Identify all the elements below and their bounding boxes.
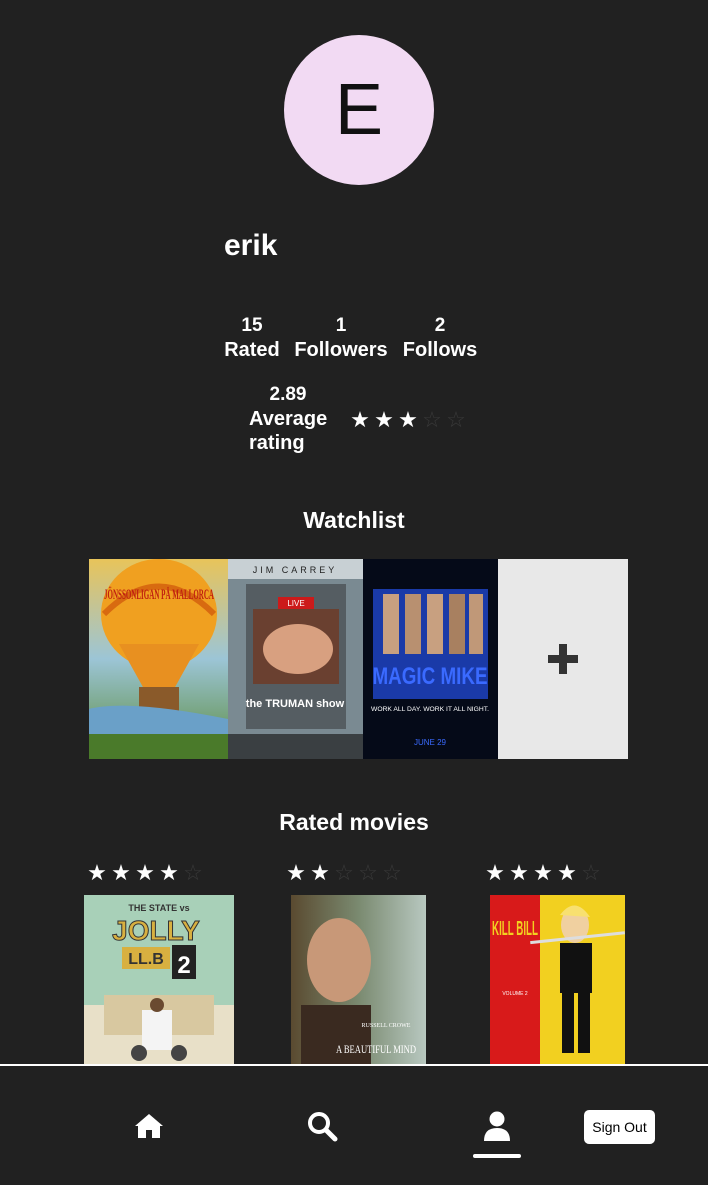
star-empty-icon: ☆ [358,860,378,885]
followers-count: 1 [335,315,347,336]
active-tab-indicator [473,1154,521,1158]
watchlist-poster-1[interactable]: JÖNSSONLIGAN PÅ MALLORCA [89,559,228,759]
poster-3-tagline: WORK ALL DAY. WORK IT ALL NIGHT. [371,707,489,713]
bottom-nav: Sign Out [0,1064,708,1185]
star-filled-icon: ★ [286,860,306,885]
poster-r2-actor: RUSSELL CROWE [362,1023,411,1029]
sign-out-button[interactable]: Sign Out [584,1110,655,1144]
poster-2-top: JIM CARREY [253,565,338,575]
star-filled-icon: ★ [350,407,370,432]
watchlist-row: JÖNSSONLIGAN PÅ MALLORCA JIM CARREY LIVE… [89,559,628,759]
star-filled-icon: ★ [87,860,107,885]
rated-label: Rated [224,339,280,361]
rated-movie-1-stars: ★ ★ ★ ★ ☆ [86,862,204,884]
poster-r1-top: THE STATE vs [128,903,189,913]
stat-rated: 15 Rated [224,314,280,362]
star-empty-icon: ☆ [422,407,442,432]
star-filled-icon: ★ [557,860,577,885]
star-empty-icon: ☆ [446,407,466,432]
rated-movie-3-poster[interactable]: KILL BILL VOLUME 2 [490,895,625,1064]
average-label-line2: rating [249,432,305,454]
follows-count: 2 [434,315,446,336]
nav-search-button[interactable] [302,1106,342,1146]
poster-r1-title: JOLLY [112,915,200,946]
star-empty-icon: ☆ [183,860,203,885]
rated-movies-title: Rated movies [279,809,429,835]
poster-2-badge: LIVE [287,599,304,608]
star-filled-icon: ★ [135,860,155,885]
plus-icon [548,644,578,674]
user-icon [484,1111,510,1141]
watchlist-title: Watchlist [303,507,405,533]
nav-profile-button[interactable] [477,1106,517,1146]
star-filled-icon: ★ [509,860,529,885]
star-empty-icon: ☆ [334,860,354,885]
follows-label: Follows [402,339,478,361]
poster-r1-sub: LL.B [128,951,164,968]
poster-r3-title: KILL BILL [492,918,538,940]
poster-r3-sub: VOLUME 2 [502,991,528,997]
rated-movie-3-stars: ★ ★ ★ ★ ☆ [484,862,602,884]
search-icon [308,1112,338,1142]
poster-r2-title: A BEAUTIFUL MIND [336,1042,416,1056]
followers-label: Followers [294,339,388,361]
rated-count: 15 [241,315,263,336]
star-filled-icon: ★ [310,860,330,885]
star-filled-icon: ★ [159,860,179,885]
rated-movie-2-poster[interactable]: RUSSELL CROWE A BEAUTIFUL MIND [291,895,426,1064]
home-icon [135,1114,163,1138]
avatar-letter: E [334,70,384,150]
average-label-line1: Average [249,408,328,430]
star-filled-icon: ★ [533,860,553,885]
watchlist-poster-2[interactable]: JIM CARREY LIVE the TRUMAN show [228,559,363,759]
nav-home-button[interactable] [129,1106,169,1146]
star-empty-icon: ☆ [581,860,601,885]
star-empty-icon: ☆ [382,860,402,885]
star-filled-icon: ★ [398,407,418,432]
rated-movie-1-poster[interactable]: THE STATE vs JOLLY LL.B 2 [84,895,234,1064]
watchlist-poster-3[interactable]: MAGIC MIKE WORK ALL DAY. WORK IT ALL NIG… [363,559,498,759]
star-filled-icon: ★ [374,407,394,432]
poster-2-title: the TRUMAN show [246,698,345,710]
avatar: E [284,35,434,185]
poster-3-title: MAGIC MIKE [373,663,488,690]
average-value: 2.89 [269,384,307,405]
username: erik [224,229,278,262]
poster-r1-number: 2 [177,952,190,979]
stat-followers[interactable]: 1 Followers [294,314,388,362]
average-rating: 2.89 Average rating [249,383,327,455]
rated-movie-2-stars: ★ ★ ☆ ☆ ☆ [285,862,403,884]
star-filled-icon: ★ [111,860,131,885]
poster-1-title: JÖNSSONLIGAN PÅ MALLORCA [104,586,214,603]
add-to-watchlist-button[interactable] [498,559,628,759]
poster-3-date: JUNE 29 [414,738,447,747]
average-star-rating: ★ ★ ★ ☆ ☆ [349,409,467,431]
stat-follows[interactable]: 2 Follows [402,314,478,362]
star-filled-icon: ★ [485,860,505,885]
